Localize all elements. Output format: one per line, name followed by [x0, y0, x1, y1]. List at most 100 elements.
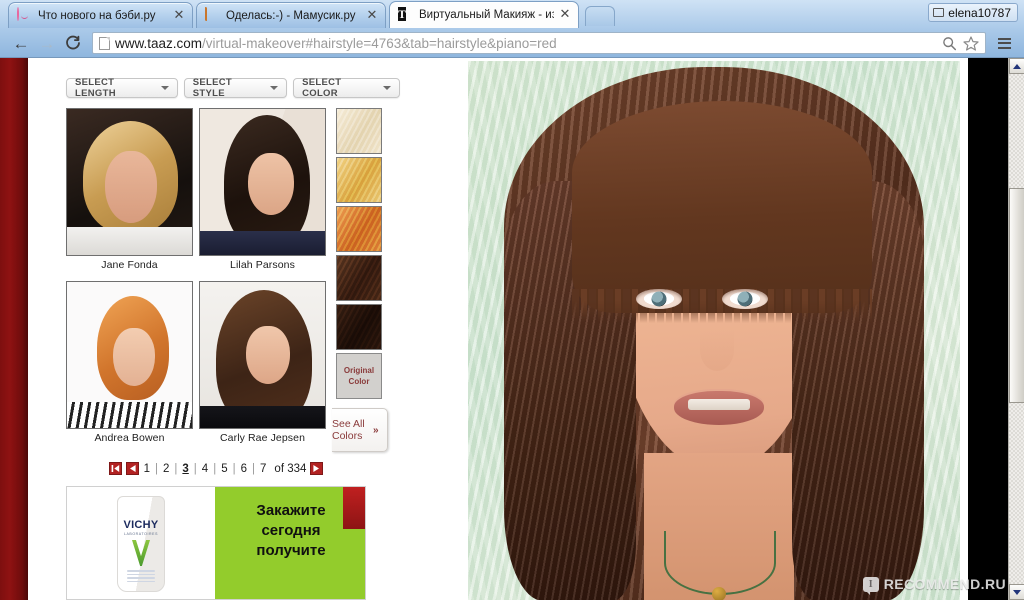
tab-strip: Что нового на бэби.ру ✕ Оделась:-) - Мам…	[0, 0, 1024, 28]
select-length-dropdown[interactable]: SELECT LENGTH	[66, 77, 178, 99]
hair-bangs-layer	[572, 101, 872, 313]
scroll-up-button[interactable]	[1009, 58, 1024, 74]
tab-title: Оделась:-) - Мамусик.ру	[226, 9, 356, 22]
see-all-colors-label: See All Colors	[332, 418, 372, 442]
search-icon[interactable]	[942, 36, 957, 51]
mouth	[674, 391, 764, 425]
pagination-page-2[interactable]: 2	[162, 463, 170, 475]
hair-color-swatch-dark-brown[interactable]	[336, 304, 382, 350]
pagination-separator: |	[154, 462, 158, 475]
baby-face-icon	[17, 6, 33, 24]
omnibox-actions	[942, 35, 981, 51]
screen-root: Что нового на бэби.ру ✕ Оделась:-) - Мам…	[0, 0, 1024, 600]
hair-color-swatch-golden-blonde[interactable]	[336, 157, 382, 203]
vertical-scrollbar[interactable]	[1008, 58, 1024, 600]
pagination: 1 | 2 | 3 | 4 | 5 | 6 | 7 of 334	[66, 462, 366, 475]
hamburger-menu-icon[interactable]	[992, 31, 1016, 55]
hairstyle-thumbnail-image[interactable]	[66, 281, 193, 429]
vichy-v-logo-icon	[132, 540, 150, 566]
tab-title: Виртуальный Макияж - изм	[419, 9, 554, 21]
ad-brand-sub-label: LABORATOIRES	[123, 532, 159, 536]
makeover-preview-panel: I RECOMMEND.RU	[468, 58, 1012, 600]
pagination-page-4[interactable]: 4	[201, 463, 209, 475]
celebrity-photo	[200, 282, 325, 428]
hairstyle-item[interactable]: Lilah Parsons	[199, 108, 326, 279]
hair-color-swatch-medium-brown[interactable]	[336, 255, 382, 301]
pagination-first-button[interactable]	[108, 462, 122, 475]
tab-close-button[interactable]: ✕	[558, 7, 572, 22]
forward-button[interactable]: →	[34, 30, 60, 56]
left-red-background-band	[0, 58, 28, 600]
select-color-dropdown[interactable]: SELECT COLOR	[293, 77, 400, 99]
hairstyle-name: Carly Rae Jepsen	[219, 432, 306, 444]
pagination-separator: |	[193, 462, 197, 475]
original-color-label-line1: Original	[343, 366, 375, 375]
chevron-down-icon	[383, 86, 391, 90]
pagination-total-pages: of 334	[274, 462, 307, 475]
user-account-chip[interactable]: elena10787	[928, 3, 1018, 22]
pagination-next-button[interactable]	[310, 462, 324, 475]
address-bar-url: www.taaz.com/virtual-makeover#hairstyle=…	[115, 36, 557, 51]
page-content: SELECT LENGTH SELECT STYLE SELECT COLOR	[28, 58, 1012, 600]
right-eye	[722, 289, 768, 309]
select-length-label: SELECT LENGTH	[75, 77, 116, 99]
hairstyle-item[interactable]: Andrea Bowen	[66, 281, 193, 452]
address-bar[interactable]: www.taaz.com/virtual-makeover#hairstyle=…	[92, 32, 986, 54]
browser-tab-2[interactable]: Оделась:-) - Мамусик.ру ✕	[196, 2, 386, 28]
dress-icon	[205, 6, 221, 24]
see-all-colors-button[interactable]: See All Colors »	[332, 408, 388, 452]
hair-color-swatch-copper-red[interactable]	[336, 206, 382, 252]
browser-toolbar: ← → www.taaz.com/virtual-makeover#hairst…	[0, 28, 1024, 58]
reload-button[interactable]	[60, 30, 86, 56]
pagination-page-5[interactable]: 5	[220, 463, 228, 475]
pagination-page-1[interactable]: 1	[143, 463, 151, 475]
hairstyle-name: Jane Fonda	[101, 259, 158, 271]
pagination-prev-button[interactable]	[125, 462, 139, 475]
original-color-swatch[interactable]: Original Color	[336, 353, 382, 399]
page-viewport: SELECT LENGTH SELECT STYLE SELECT COLOR	[0, 58, 1024, 600]
double-chevron-right-icon: »	[373, 424, 379, 436]
star-icon[interactable]	[963, 35, 979, 51]
irecommend-badge-icon: I	[862, 576, 879, 595]
browser-tab-1[interactable]: Что нового на бэби.ру ✕	[8, 2, 193, 28]
ad-product-image: VICHY LABORATOIRES	[67, 487, 215, 599]
url-path: /virtual-makeover#hairstyle=4763&tab=hai…	[202, 35, 557, 51]
pagination-page-3-current[interactable]: 3	[181, 463, 189, 475]
original-color-label-line2: Color	[348, 377, 370, 386]
see-all-colors-line1: See All	[332, 418, 365, 430]
irecommend-watermark-text: RECOMMEND.RU	[883, 576, 1006, 592]
hairstyle-item[interactable]: Jane Fonda	[66, 108, 193, 279]
browser-chrome: Что нового на бэби.ру ✕ Оделась:-) - Мам…	[0, 0, 1024, 58]
page-document-icon	[99, 36, 110, 50]
hair-color-swatch-column: Original Color See All Colors »	[332, 108, 390, 452]
advertisement-banner[interactable]: VICHY LABORATOIRES Закажите сегодня полу…	[66, 486, 366, 600]
select-style-dropdown[interactable]: SELECT STYLE	[183, 77, 288, 99]
hairstyle-thumbnail-image[interactable]	[66, 108, 193, 256]
pagination-page-7[interactable]: 7	[259, 463, 267, 475]
necklace-layer	[664, 531, 776, 600]
ad-text-line3: получите	[256, 542, 326, 559]
ad-text-line1: Закажите	[256, 502, 326, 519]
tab-close-button[interactable]: ✕	[365, 8, 379, 23]
new-tab-button[interactable]	[585, 6, 615, 26]
browser-tab-3-active[interactable]: T Виртуальный Макияж - изм ✕	[389, 1, 579, 28]
hairstyle-thumbnail-image[interactable]	[199, 108, 326, 256]
pagination-separator: |	[213, 462, 217, 475]
hairstyle-item[interactable]: Carly Rae Jepsen	[199, 281, 326, 452]
scroll-down-button[interactable]	[1009, 584, 1024, 600]
hairstyle-thumbnail-image[interactable]	[199, 281, 326, 429]
select-style-label: SELECT STYLE	[192, 77, 232, 99]
back-button[interactable]: ←	[8, 30, 34, 56]
filter-bar: SELECT LENGTH SELECT STYLE SELECT COLOR	[66, 77, 400, 99]
scrollbar-thumb[interactable]	[1009, 188, 1024, 403]
pagination-page-6[interactable]: 6	[240, 463, 248, 475]
right-black-gutter	[968, 58, 1012, 600]
irecommend-watermark: I RECOMMEND.RU	[862, 576, 1006, 595]
makeover-result-photo[interactable]	[468, 61, 960, 600]
select-color-label: SELECT COLOR	[302, 77, 342, 99]
celebrity-photo	[67, 109, 192, 255]
celebrity-photo	[67, 282, 192, 428]
hair-color-swatch-pale-blonde[interactable]	[336, 108, 382, 154]
hairstyle-row: Jane Fonda Lilah Parsons	[66, 108, 326, 279]
tab-close-button[interactable]: ✕	[172, 8, 186, 23]
